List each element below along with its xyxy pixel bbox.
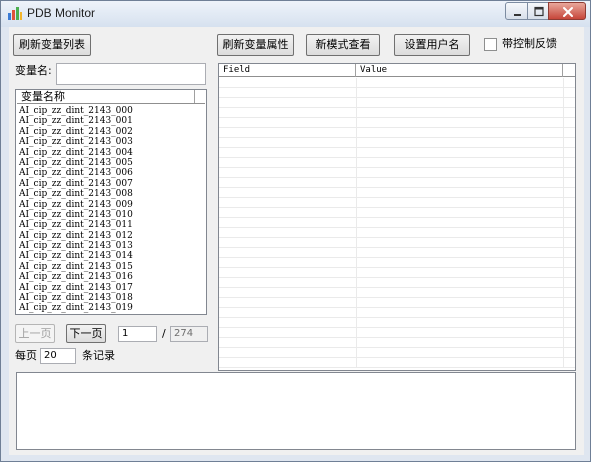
prev-page-button[interactable]: 上一页 [15, 324, 55, 343]
window-title: PDB Monitor [27, 6, 96, 20]
list-item[interactable]: AI_cip_zz_dint_2143_003 [19, 137, 133, 147]
next-page-button[interactable]: 下一页 [66, 324, 106, 343]
list-item[interactable]: AI_cip_zz_dint_2143_000 [19, 106, 133, 116]
list-item[interactable]: AI_cip_zz_dint_2143_008 [19, 189, 133, 199]
refresh-variable-attributes-button[interactable]: 刷新变量属性 [217, 34, 294, 56]
maximize-button[interactable] [527, 2, 549, 20]
variable-listbox[interactable]: 变量名称 AI_cip_zz_dint_2143_000 AI_cip_zz_di… [15, 89, 207, 315]
properties-grid[interactable]: Field Value [218, 63, 576, 371]
feedback-checkbox[interactable] [484, 38, 497, 51]
list-item[interactable]: AI_cip_zz_dint_2143_007 [19, 179, 133, 189]
list-item[interactable]: AI_cip_zz_dint_2143_002 [19, 127, 133, 137]
list-item[interactable]: AI_cip_zz_dint_2143_015 [19, 262, 133, 272]
list-item[interactable]: AI_cip_zz_dint_2143_018 [19, 293, 133, 303]
grid-header: Field Value [219, 64, 575, 77]
list-header-divider [194, 90, 195, 103]
list-item[interactable]: AI_cip_zz_dint_2143_017 [19, 283, 133, 293]
per-page-input[interactable]: 20 [40, 348, 76, 364]
list-item[interactable]: AI_cip_zz_dint_2143_005 [19, 158, 133, 168]
minimize-icon [514, 14, 521, 16]
list-item[interactable]: AI_cip_zz_dint_2143_016 [19, 272, 133, 282]
list-item[interactable]: AI_cip_zz_dint_2143_004 [19, 148, 133, 158]
list-header: 变量名称 [17, 91, 205, 104]
close-button[interactable] [548, 2, 586, 20]
list-header-label: 变量名称 [21, 90, 65, 103]
maximize-icon [534, 6, 544, 17]
grid-header-value: Value [356, 64, 563, 77]
grid-header-field: Field [219, 64, 356, 77]
total-pages-field: 274 [170, 326, 208, 342]
per-page-label: 每页 [15, 349, 37, 362]
list-item[interactable]: AI_cip_zz_dint_2143_013 [19, 241, 133, 251]
variable-name-input[interactable] [56, 63, 206, 85]
list-item[interactable]: AI_cip_zz_dint_2143_012 [19, 231, 133, 241]
grid-column-divider [563, 78, 564, 368]
list-item[interactable]: AI_cip_zz_dint_2143_006 [19, 168, 133, 178]
grid-rows [219, 78, 575, 368]
client-area: 刷新变量列表 刷新变量属性 新模式查看 设置用户名 带控制反馈 变量名: 变量名… [9, 27, 584, 455]
minimize-button[interactable] [505, 2, 528, 20]
app-icon [8, 7, 22, 20]
refresh-variable-list-button[interactable]: 刷新变量列表 [13, 34, 91, 56]
title-bar[interactable]: PDB Monitor [1, 1, 590, 27]
list-item[interactable]: AI_cip_zz_dint_2143_019 [19, 303, 133, 313]
list-item[interactable]: AI_cip_zz_dint_2143_010 [19, 210, 133, 220]
current-page-input[interactable]: 1 [118, 326, 157, 342]
list-item[interactable]: AI_cip_zz_dint_2143_014 [19, 251, 133, 261]
variable-name-label: 变量名: [15, 64, 52, 77]
close-icon [563, 7, 573, 17]
new-mode-view-button[interactable]: 新模式查看 [306, 34, 380, 56]
list-item[interactable]: AI_cip_zz_dint_2143_011 [19, 220, 133, 230]
list-item[interactable]: AI_cip_zz_dint_2143_001 [19, 116, 133, 126]
variable-items: AI_cip_zz_dint_2143_000 AI_cip_zz_dint_21… [19, 106, 133, 314]
grid-column-divider [356, 78, 357, 368]
main-window: PDB Monitor 刷新变量列表 刷新变量属性 新模式查看 设置用户名 带控… [0, 0, 591, 462]
list-item[interactable]: AI_cip_zz_dint_2143_009 [19, 200, 133, 210]
records-label: 条记录 [82, 349, 115, 362]
page-separator: / [162, 327, 166, 340]
feedback-checkbox-label: 带控制反馈 [502, 37, 557, 50]
set-username-button[interactable]: 设置用户名 [394, 34, 470, 56]
output-textarea[interactable] [16, 372, 576, 450]
